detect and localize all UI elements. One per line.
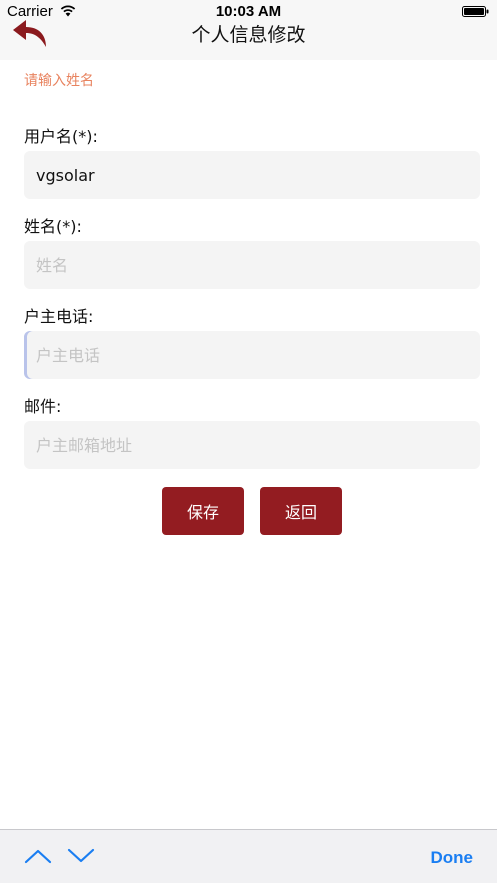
page-title: 个人信息修改 (191, 24, 306, 46)
phone-label: 户主电话: (24, 307, 94, 326)
previous-field-button[interactable] (23, 846, 53, 866)
name-label: 姓名(*): (24, 217, 82, 236)
chevron-up-icon (24, 849, 52, 864)
phone-input[interactable] (24, 331, 480, 379)
status-bar: Carrier 10:03 AM (0, 0, 497, 22)
return-button[interactable]: 返回 (260, 487, 342, 535)
email-label: 邮件: (24, 397, 62, 416)
error-message: 请输入姓名 (24, 73, 94, 89)
name-input[interactable] (24, 241, 480, 289)
battery-icon (462, 6, 489, 17)
done-button[interactable]: Done (431, 848, 474, 868)
next-field-button[interactable] (66, 846, 96, 866)
username-label: 用户名(*): (24, 127, 98, 146)
email-input[interactable] (24, 421, 480, 469)
save-button[interactable]: 保存 (162, 487, 244, 535)
chevron-down-icon (67, 848, 95, 863)
username-input[interactable] (24, 151, 480, 199)
keyboard-toolbar: Done (0, 829, 497, 883)
clock: 10:03 AM (215, 3, 282, 20)
